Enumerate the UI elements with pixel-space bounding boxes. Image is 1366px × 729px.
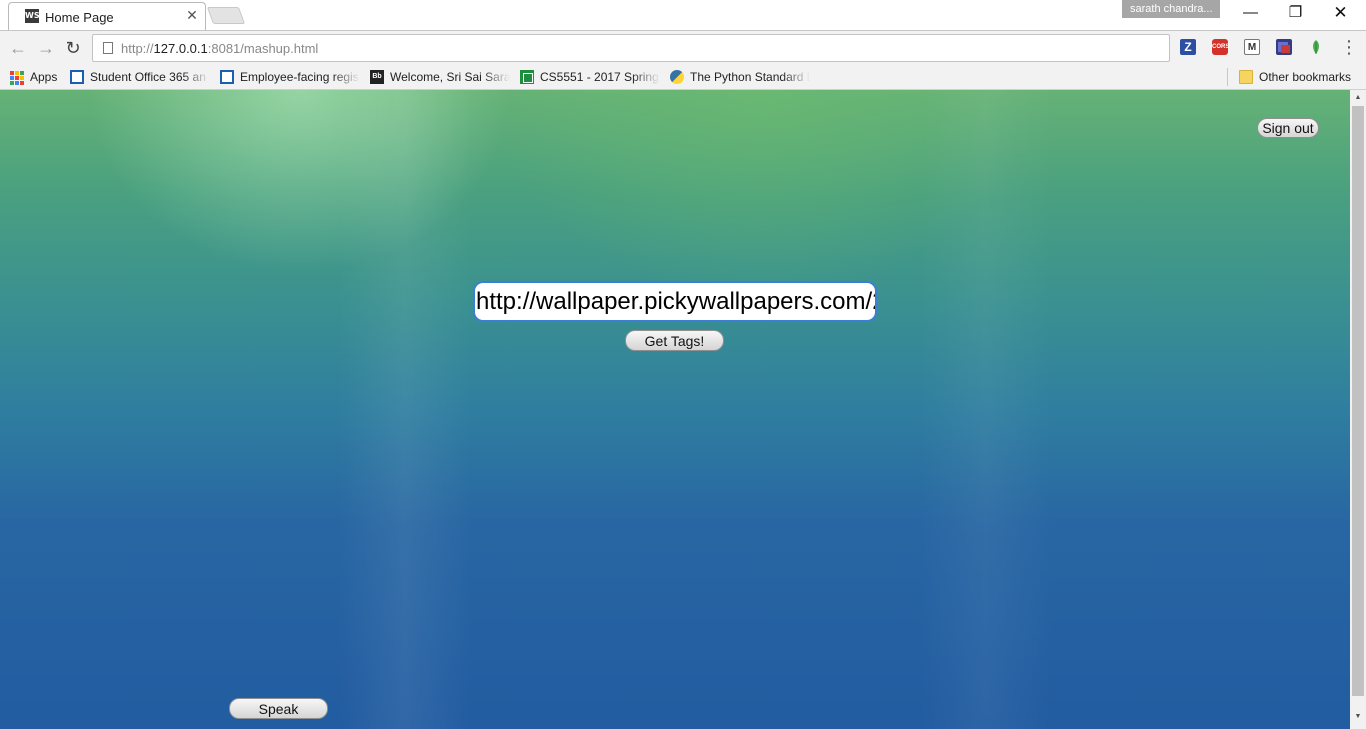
bookmark-label: Other bookmarks <box>1259 70 1352 84</box>
browser-toolbar: ← → ↻ http://127.0.0.1:8081/mashup.html … <box>0 30 1366 64</box>
m-extension-icon[interactable]: M <box>1244 39 1260 55</box>
scroll-down-arrow-icon[interactable]: ▼ <box>1350 709 1366 725</box>
page-icon <box>103 42 113 54</box>
chevron-logo-icon <box>220 70 234 84</box>
back-icon[interactable]: ← <box>7 37 29 59</box>
url-host: 127.0.0.1 <box>153 41 208 56</box>
tab-title: Home Page <box>45 10 114 25</box>
blackboard-icon: Bb <box>370 70 384 84</box>
apps-grid-icon <box>10 70 24 85</box>
sign-out-button[interactable]: Sign out <box>1257 118 1319 138</box>
ws-favicon-icon: WS <box>25 9 40 23</box>
new-tab-button[interactable] <box>206 7 246 24</box>
bookmark-label: The Python Standard L <box>690 70 810 84</box>
minimize-button[interactable]: — <box>1228 0 1273 28</box>
url-prefix: http:// <box>121 41 154 56</box>
bookmark-other[interactable]: Other bookmarks <box>1239 68 1359 86</box>
bookmark-label: Welcome, Sri Sai Sarat <box>390 70 510 84</box>
bookmark-label: CS5551 - 2017 Spring <box>540 70 659 84</box>
page-scrollbar[interactable]: ▲ ▼ <box>1350 90 1366 729</box>
speak-button[interactable]: Speak <box>229 698 328 719</box>
chevron-logo-icon <box>70 70 84 84</box>
bookmarks-bar: Apps Student Office 365 an Employee-faci… <box>0 64 1366 90</box>
bookmark-label: Apps <box>30 70 58 84</box>
url-rest: :8081/mashup.html <box>207 41 319 56</box>
python-icon <box>670 70 684 84</box>
folder-icon <box>1239 70 1253 84</box>
image-url-input[interactable] <box>473 281 877 322</box>
browser-tab[interactable]: WS Home Page ✕ <box>8 2 206 30</box>
extension-icon[interactable] <box>1276 39 1292 55</box>
page-viewport: Sign out Get Tags! Speak <box>0 90 1350 729</box>
bookmark-label: Employee-facing regis <box>240 70 359 84</box>
bookmark-label: Student Office 365 an <box>90 70 206 84</box>
get-tags-button[interactable]: Get Tags! <box>625 330 724 351</box>
restore-button[interactable]: ❐ <box>1273 0 1318 28</box>
close-window-button[interactable]: ✕ <box>1318 0 1363 28</box>
bookmark-employee-facing[interactable]: Employee-facing regis <box>220 68 360 86</box>
scrollbar-thumb[interactable] <box>1352 106 1364 696</box>
menu-icon[interactable]: ⋮ <box>1340 37 1358 59</box>
tab-strip: WS Home Page ✕ sarath chandra... — ❐ ✕ <box>0 0 1366 30</box>
address-url[interactable]: http://127.0.0.1:8081/mashup.html <box>121 41 318 56</box>
scroll-up-arrow-icon[interactable]: ▲ <box>1350 90 1366 106</box>
reload-icon[interactable]: ↻ <box>62 37 84 59</box>
leaf-icon[interactable] <box>1308 39 1324 55</box>
bookmarks-divider <box>1227 68 1228 86</box>
cors-icon[interactable]: CORS <box>1212 39 1229 55</box>
bookmark-apps[interactable]: Apps <box>10 68 62 86</box>
bookmark-welcome[interactable]: Bb Welcome, Sri Sai Sarat <box>370 68 510 86</box>
zotero-icon[interactable]: Z <box>1180 39 1196 55</box>
bookmark-python[interactable]: The Python Standard L <box>670 68 810 86</box>
tab-close-icon[interactable]: ✕ <box>184 7 200 23</box>
bookmark-cs5551[interactable]: CS5551 - 2017 Spring <box>520 68 660 86</box>
bookmark-student-office[interactable]: Student Office 365 an <box>70 68 210 86</box>
address-bar[interactable]: http://127.0.0.1:8081/mashup.html <box>92 34 1170 62</box>
profile-badge[interactable]: sarath chandra... <box>1122 0 1220 18</box>
forward-icon[interactable]: → <box>35 37 57 59</box>
spreadsheet-icon <box>520 70 534 84</box>
